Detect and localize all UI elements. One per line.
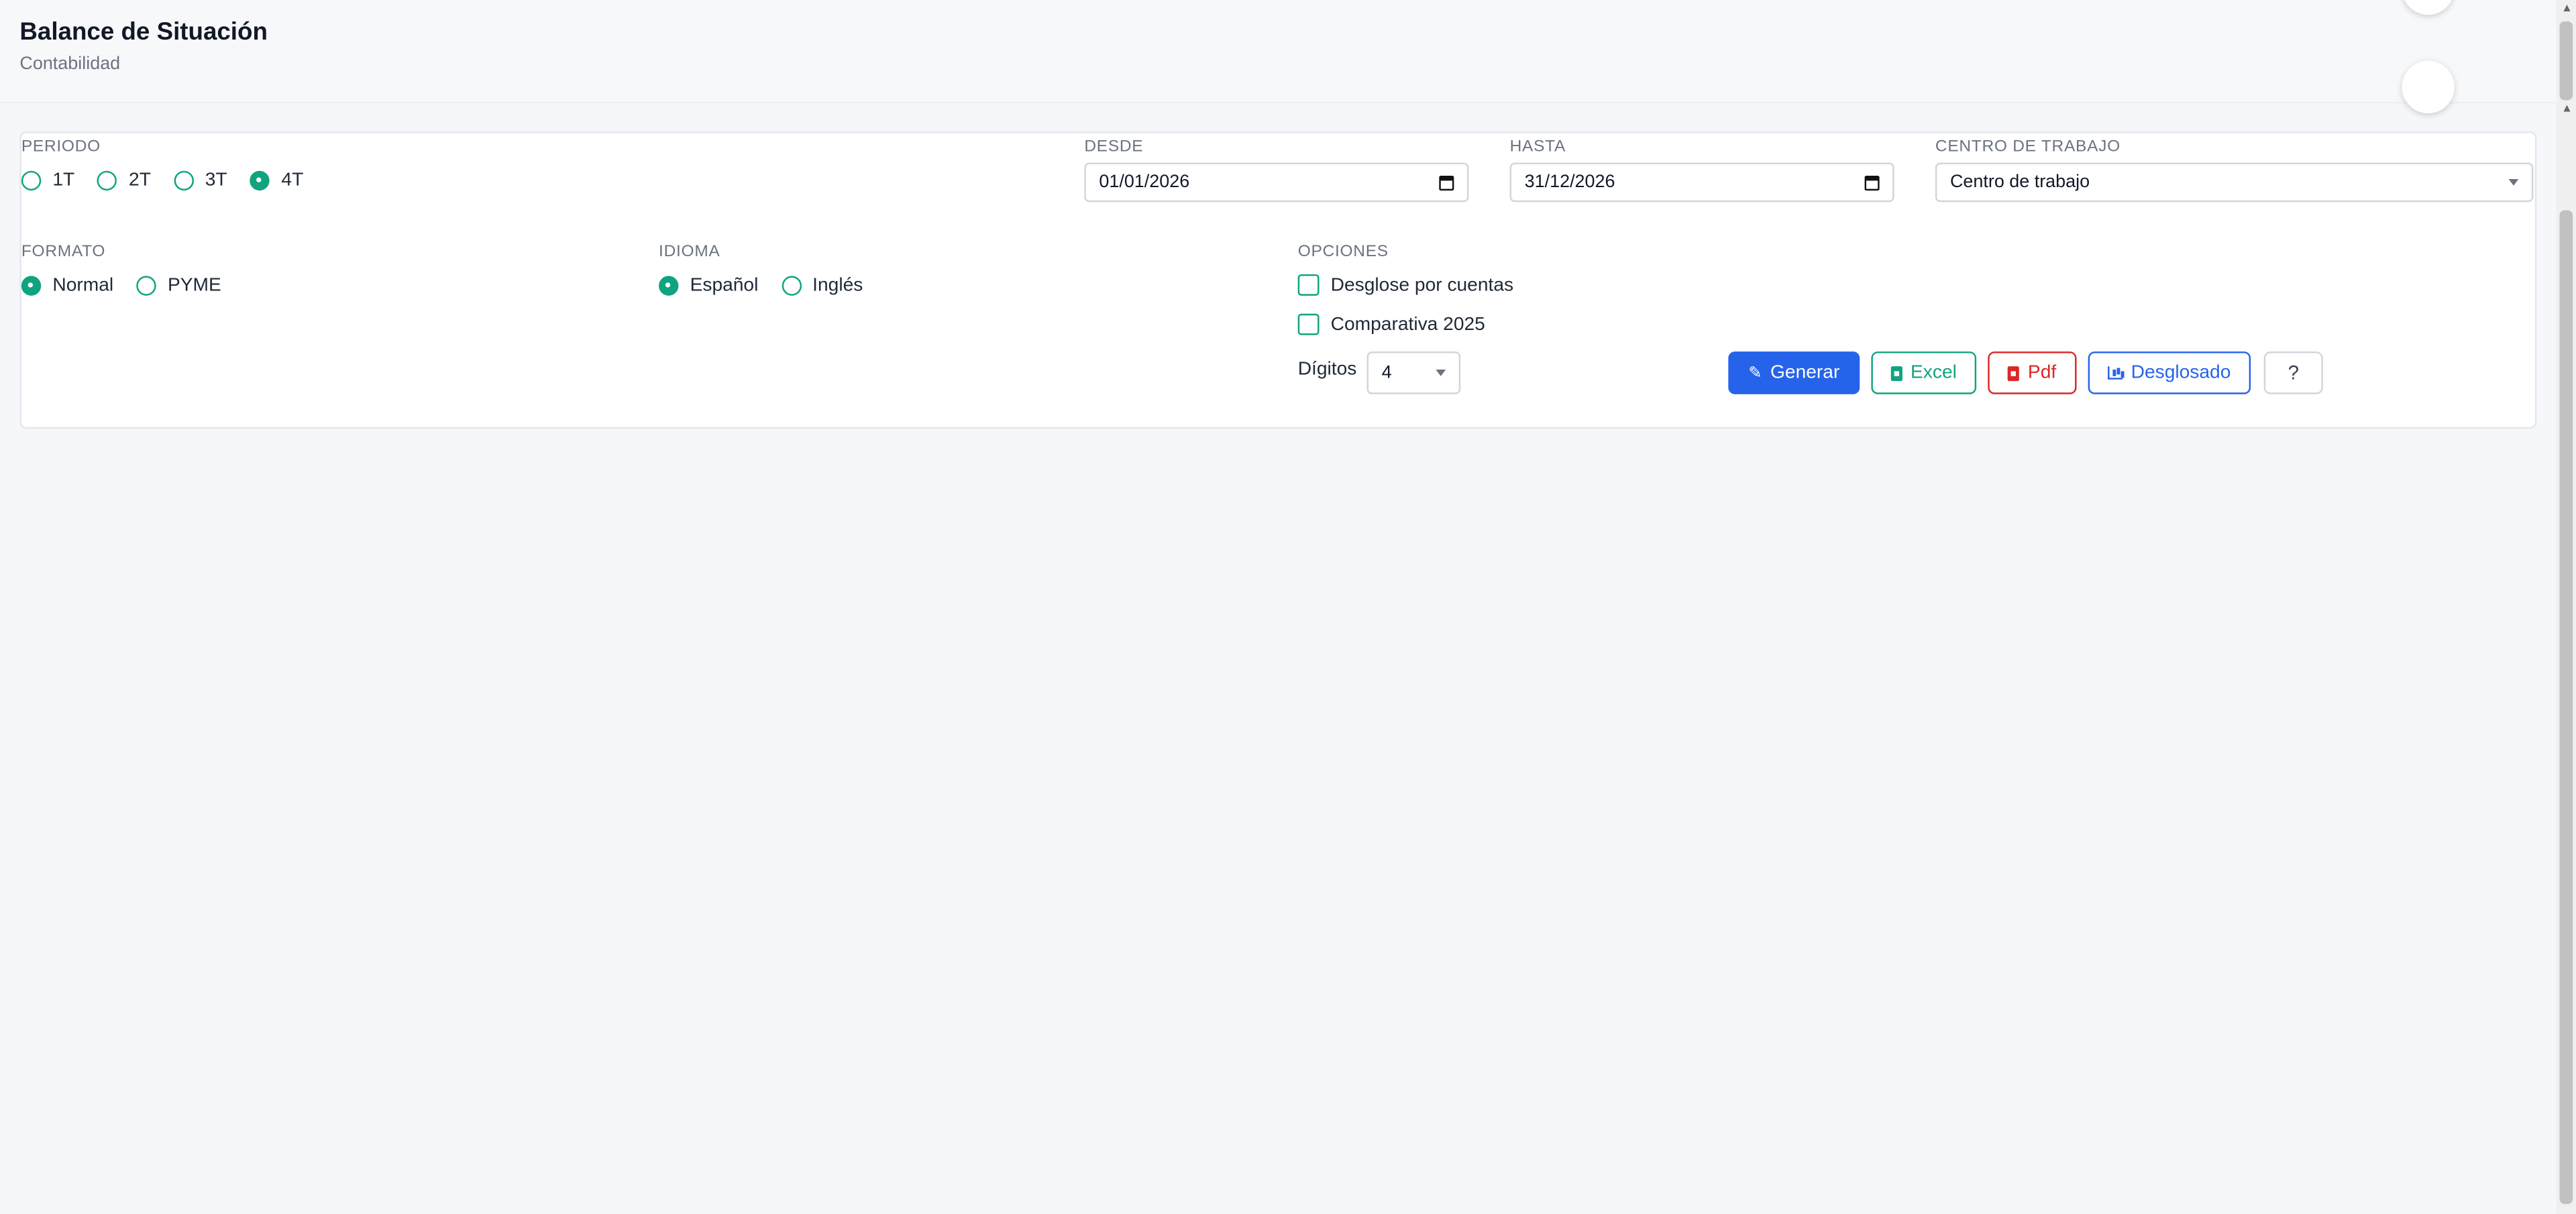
radio-label: Inglés [812, 276, 863, 296]
magic-wand-icon: ✎ [1748, 364, 1762, 382]
idioma-radio-group: Español Inglés [659, 273, 886, 299]
radio-label: 2T [129, 170, 151, 191]
radio-circle-selected[interactable] [659, 276, 679, 296]
digitos-label: Dígitos [1297, 360, 1357, 380]
pdf-button[interactable]: Pdf [1988, 351, 2077, 394]
desglose-label: Desglose por cuentas [1330, 275, 1514, 295]
desde-date-input[interactable]: 01/01/2026 [1084, 162, 1469, 203]
digitos-value: 4 [1381, 363, 1392, 383]
periodo-option-4t[interactable]: 4T [250, 170, 304, 191]
radio-label: Normal [52, 276, 114, 296]
radio-label: 3T [205, 170, 227, 191]
opciones-label: OPCIONES [1297, 243, 1389, 262]
calendar-icon[interactable] [1439, 174, 1454, 190]
comparativa-label: Comparativa 2025 [1330, 314, 1485, 335]
desglose-checkbox-row[interactable]: Desglose por cuentas [1297, 274, 1514, 296]
help-button[interactable]: ? [2263, 351, 2323, 394]
radio-circle[interactable] [97, 170, 117, 191]
centro-value: Centro de trabajo [1949, 172, 2090, 192]
comparativa-checkbox[interactable] [1297, 313, 1320, 335]
formato-label: FORMATO [21, 243, 106, 262]
radio-circle[interactable] [21, 170, 42, 191]
generar-button[interactable]: ✎ Generar [1728, 351, 1860, 394]
desglosado-button[interactable]: Desglosado [2088, 351, 2251, 394]
page-header: Balance de Situación Contabilidad [0, 0, 2557, 104]
excel-button[interactable]: Excel [1871, 351, 1977, 394]
hasta-date-input[interactable]: 31/12/2026 [1509, 162, 1894, 203]
scroll-up-arrow-icon-2[interactable]: ▲ [2561, 103, 2573, 115]
digitos-select[interactable]: 4 [1366, 351, 1461, 394]
periodo-option-3t[interactable]: 3T [174, 170, 227, 191]
chevron-down-icon [1436, 370, 1446, 376]
excel-file-icon [1890, 365, 1902, 380]
radio-label: Español [690, 276, 759, 296]
radio-circle-selected[interactable] [21, 276, 42, 296]
bar-chart-icon [2108, 366, 2123, 380]
radio-label: 4T [281, 170, 304, 191]
periodo-option-1t[interactable]: 1T [21, 170, 75, 191]
radio-label: PYME [167, 276, 221, 296]
pdf-file-icon [2008, 365, 2020, 380]
hasta-label: HASTA [1509, 137, 1566, 156]
formato-radio-group: Normal PYME [21, 273, 244, 299]
periodo-radio-group: 1T 2T 3T 4T [21, 168, 327, 194]
page-subtitle: Contabilidad [19, 54, 121, 74]
chevron-down-icon [2508, 178, 2519, 186]
calendar-icon[interactable] [1864, 174, 1880, 190]
scroll-up-arrow-icon[interactable]: ▲ [2561, 3, 2573, 15]
formato-option-normal[interactable]: Normal [21, 276, 114, 296]
radio-circle[interactable] [174, 170, 194, 191]
desde-value: 01/01/2026 [1099, 172, 1190, 192]
periodo-label: PERIODO [21, 137, 101, 156]
periodo-option-2t[interactable]: 2T [97, 170, 151, 191]
radio-label: 1T [52, 170, 75, 191]
scrollbar-thumb-2[interactable] [2559, 210, 2573, 1205]
idioma-label: IDIOMA [659, 243, 720, 262]
desglose-checkbox[interactable] [1297, 274, 1320, 296]
excel-label: Excel [1911, 363, 1957, 383]
formato-option-pyme[interactable]: PYME [136, 276, 221, 296]
scrollbar-thumb[interactable] [2559, 21, 2573, 101]
centro-select[interactable]: Centro de trabajo [1935, 162, 2534, 203]
generar-label: Generar [1770, 363, 1840, 383]
radio-circle[interactable] [781, 276, 802, 296]
hasta-value: 31/12/2026 [1524, 172, 1615, 192]
desglosado-label: Desglosado [2131, 363, 2231, 383]
radio-circle-selected[interactable] [250, 170, 270, 191]
desde-label: DESDE [1084, 137, 1144, 156]
radio-circle[interactable] [136, 276, 156, 296]
help-label: ? [2288, 361, 2299, 385]
idioma-option-espanol[interactable]: Español [659, 276, 759, 296]
floating-action-button-2[interactable] [2402, 60, 2455, 113]
idioma-option-ingles[interactable]: Inglés [781, 276, 863, 296]
centro-label: CENTRO DE TRABAJO [1935, 137, 2121, 156]
app: Balance de Situación Contabilidad PERIOD… [0, 0, 2576, 1214]
pdf-label: Pdf [2027, 363, 2057, 383]
comparativa-checkbox-row[interactable]: Comparativa 2025 [1297, 313, 1485, 335]
page-title: Balance de Situación [19, 17, 268, 46]
